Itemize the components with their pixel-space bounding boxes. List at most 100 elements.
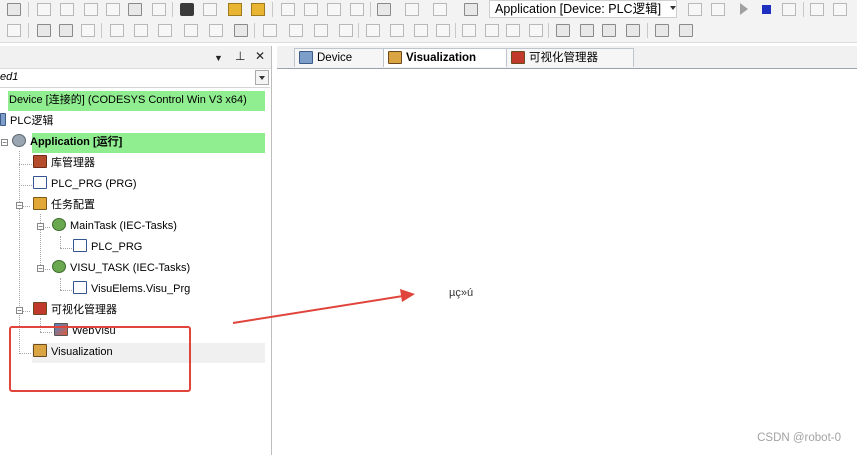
undo-icon[interactable] bbox=[37, 3, 51, 16]
chevron-down-icon[interactable] bbox=[670, 6, 676, 10]
select-all-icon[interactable] bbox=[655, 24, 669, 37]
tree-item-label: 任务配置 bbox=[51, 199, 95, 211]
annotation-highlight-box bbox=[9, 326, 191, 392]
step-into-icon[interactable] bbox=[833, 3, 847, 16]
generate-code-icon[interactable] bbox=[251, 3, 265, 16]
collapse-icon[interactable]: − bbox=[16, 307, 23, 315]
tree-item-maintask-plc-prg[interactable]: PLC_PRG bbox=[73, 238, 142, 257]
visualization-text-element[interactable]: µç»ú bbox=[449, 287, 473, 299]
group-icon[interactable] bbox=[462, 24, 476, 37]
grid-show-icon[interactable] bbox=[529, 24, 543, 37]
align-middle-icon[interactable] bbox=[209, 24, 223, 37]
move-down-icon[interactable] bbox=[436, 24, 450, 37]
send-backward-icon[interactable] bbox=[602, 24, 616, 37]
distribute-horizontal-icon[interactable] bbox=[263, 24, 277, 37]
tree-item-device[interactable]: Device [连接的] (CODESYS Control Win V3 x64… bbox=[9, 91, 247, 110]
deselect-icon[interactable] bbox=[679, 24, 693, 37]
new-object-icon[interactable] bbox=[433, 3, 447, 16]
tree-guide bbox=[60, 278, 61, 290]
stop-icon[interactable] bbox=[762, 5, 771, 14]
grid-icon[interactable] bbox=[405, 3, 419, 16]
login-icon[interactable] bbox=[688, 3, 702, 16]
align-left-icon[interactable] bbox=[110, 24, 124, 37]
tree-item-label: Device [连接的] (CODESYS Control Win V3 x64… bbox=[9, 94, 247, 106]
pin-icon[interactable]: ⊥ bbox=[235, 49, 245, 63]
center-vertical-icon[interactable] bbox=[390, 24, 404, 37]
bring-front-icon[interactable] bbox=[556, 24, 570, 37]
frame-icon[interactable] bbox=[37, 24, 51, 37]
toolbar-separator bbox=[358, 23, 359, 38]
align-top-icon[interactable] bbox=[184, 24, 198, 37]
tab-label: 可视化管理器 bbox=[529, 52, 598, 64]
find-icon[interactable] bbox=[180, 3, 194, 16]
tree-item-visu-task[interactable]: VISU_TASK (IEC-Tasks) bbox=[52, 259, 190, 278]
device-icon bbox=[299, 51, 313, 64]
logout-icon[interactable] bbox=[711, 3, 725, 16]
same-width-icon[interactable] bbox=[314, 24, 328, 37]
ungroup-icon[interactable] bbox=[485, 24, 499, 37]
collapse-icon[interactable]: − bbox=[37, 265, 44, 273]
tree-item-plc-prg[interactable]: PLC_PRG (PRG) bbox=[33, 175, 137, 194]
visualization-editor-canvas[interactable] bbox=[277, 69, 857, 455]
distribute-vertical-icon[interactable] bbox=[289, 24, 303, 37]
visualization-manager-icon bbox=[33, 302, 47, 315]
toolbar-separator bbox=[803, 2, 804, 17]
tree-item-maintask[interactable]: MainTask (IEC-Tasks) bbox=[52, 217, 177, 236]
step-over-icon[interactable] bbox=[810, 3, 824, 16]
tab-device[interactable]: Device bbox=[294, 48, 384, 67]
tree-item-library-manager[interactable]: 库管理器 bbox=[33, 154, 95, 173]
visualization-manager-icon bbox=[511, 51, 525, 64]
tree-item-visualization-manager[interactable]: 可视化管理器 bbox=[33, 301, 117, 320]
calendar-icon[interactable] bbox=[464, 3, 478, 16]
pane-menu-icon[interactable]: ▼ bbox=[214, 51, 223, 65]
toolbar-separator bbox=[370, 2, 371, 17]
collapse-icon[interactable]: − bbox=[37, 223, 44, 231]
bookmark-next-icon[interactable] bbox=[304, 3, 318, 16]
align-bottom-icon[interactable] bbox=[234, 24, 248, 37]
tab-visualization-manager[interactable]: 可视化管理器 bbox=[506, 48, 634, 67]
tree-item-plc-logic[interactable]: PLC逻辑 bbox=[0, 112, 53, 131]
bookmark-icon[interactable] bbox=[281, 3, 295, 16]
align-center-icon[interactable] bbox=[134, 24, 148, 37]
cut-icon[interactable] bbox=[84, 3, 98, 16]
redo-icon[interactable] bbox=[60, 3, 74, 16]
application-selector[interactable]: Application [Device: PLC逻辑] bbox=[489, 0, 677, 18]
find-replace-icon[interactable] bbox=[203, 3, 217, 16]
bookmark-clear-icon[interactable] bbox=[350, 3, 364, 16]
delete-icon[interactable] bbox=[152, 3, 166, 16]
interface-icon[interactable] bbox=[81, 24, 95, 37]
tree-item-application[interactable]: Application [运行] bbox=[12, 133, 122, 152]
grid-snap-icon[interactable] bbox=[506, 24, 520, 37]
frame-selection-icon[interactable] bbox=[59, 24, 73, 37]
tree-item-visuelems-visu-prg[interactable]: VisuElems.Visu_Prg bbox=[73, 280, 190, 299]
copy-icon[interactable] bbox=[106, 3, 120, 16]
project-selector[interactable]: ed1 bbox=[0, 69, 270, 88]
collapse-icon[interactable]: − bbox=[1, 139, 8, 147]
same-height-icon[interactable] bbox=[339, 24, 353, 37]
window-icon[interactable] bbox=[377, 3, 391, 16]
toolbar-separator bbox=[455, 23, 456, 38]
collapse-icon[interactable]: − bbox=[16, 202, 23, 210]
chevron-down-icon[interactable] bbox=[255, 70, 269, 85]
visualization-toolbar bbox=[0, 20, 857, 43]
build-icon[interactable] bbox=[228, 3, 242, 16]
align-right-icon[interactable] bbox=[158, 24, 172, 37]
library-manager-icon bbox=[33, 155, 47, 168]
bookmark-prev-icon[interactable] bbox=[327, 3, 341, 16]
toolbar-separator bbox=[172, 2, 173, 17]
tab-visualization[interactable]: Visualization bbox=[383, 48, 507, 67]
move-up-icon[interactable] bbox=[414, 24, 428, 37]
paste-icon[interactable] bbox=[128, 3, 142, 16]
toolbar-separator bbox=[272, 2, 273, 17]
send-back-icon[interactable] bbox=[626, 24, 640, 37]
reset-icon[interactable] bbox=[782, 3, 796, 16]
tree-item-label: Application [运行] bbox=[30, 136, 123, 148]
tree-item-task-configuration[interactable]: 任务配置 bbox=[33, 196, 95, 215]
bring-forward-icon[interactable] bbox=[580, 24, 594, 37]
keyboard-icon[interactable] bbox=[7, 24, 21, 37]
close-icon[interactable]: ✕ bbox=[255, 49, 265, 63]
center-icon[interactable] bbox=[366, 24, 380, 37]
run-icon[interactable] bbox=[740, 3, 748, 15]
tree-item-label: VISU_TASK (IEC-Tasks) bbox=[70, 262, 191, 274]
print-icon[interactable] bbox=[7, 3, 21, 16]
